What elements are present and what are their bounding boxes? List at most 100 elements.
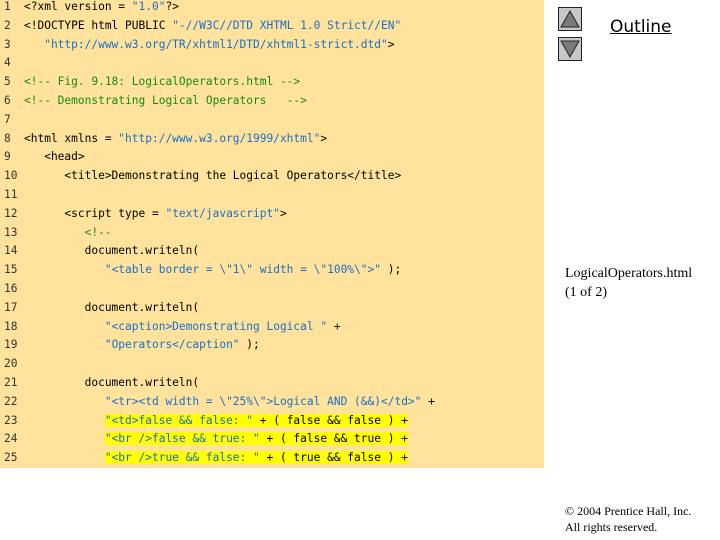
line-text: <!-- Fig. 9.18: LogicalOperators.html --… (24, 73, 300, 91)
code-token: "http://www.w3.org/1999/xhtml" (118, 131, 321, 145)
line-number: 13 (4, 225, 18, 239)
code-line: 6 <!-- Demonstrating Logical Operators --… (0, 92, 544, 110)
line-number: 15 (4, 263, 18, 277)
line-number: 21 (4, 376, 18, 389)
line-text: <!DOCTYPE html PUBLIC "-//W3C//DTD XHTML… (24, 17, 401, 35)
line-text: "<br />true && false: " + ( true && fals… (24, 449, 408, 467)
line-text: <html xmlns = "http://www.w3.org/1999/xh… (24, 130, 327, 148)
code-token: "Operators</caption" (104, 338, 240, 352)
line-number: 19 (4, 338, 18, 352)
file-caption: LogicalOperators.html (1 of 2) (565, 264, 692, 302)
rights-text: All rights reserved. (565, 520, 658, 534)
line-number: 20 (4, 357, 18, 371)
line-number: 14 (4, 244, 18, 258)
code-token: + ( true && false ) + (259, 451, 408, 465)
code-line: 14 document.writeln( (0, 242, 544, 260)
line-text: "<td>false && false: " + ( false && fals… (24, 412, 408, 430)
code-token: > (320, 131, 328, 145)
file-name: LogicalOperators.html (565, 266, 693, 281)
code-line: 15 "<table border = \"1\" width = \"100%… (0, 261, 544, 279)
code-line: 1 <?xml version = "1.0"?> (0, 0, 544, 16)
code-line: 13 <!-- (0, 224, 544, 242)
code-token: <!-- Fig. 9.18: LogicalOperators.html --… (24, 75, 301, 89)
line-text: document.writeln( (24, 374, 200, 392)
line-text: "<br />false && true: " + ( false && tru… (24, 430, 408, 448)
code-token: "<tr><td width = \"25%\">Logical AND (&&… (104, 394, 422, 408)
line-number: 3 (4, 37, 11, 51)
line-text: document.writeln( (24, 299, 200, 317)
line-text: <?xml version = "1.0"?> (24, 0, 179, 16)
triangle-up-icon (560, 9, 580, 28)
code-line: 24 "<br />false && true: " + ( false && … (0, 430, 544, 448)
line-number: 12 (4, 206, 18, 220)
code-token: "1.0" (131, 0, 166, 13)
page-indicator: (1 of 2) (565, 285, 607, 300)
line-number: 1 (4, 0, 11, 13)
code-token: + (327, 319, 341, 333)
code-line: 3 "http://www.w3.org/TR/xhtml1/DTD/xhtml… (0, 36, 544, 54)
code-token: <!-- (24, 225, 112, 239)
line-number: 24 (4, 432, 18, 446)
line-number: 17 (4, 300, 18, 314)
line-number: 23 (4, 413, 18, 427)
next-slide-button[interactable] (558, 37, 582, 61)
line-text: <title>Demonstrating the Logical Operato… (24, 167, 401, 185)
code-line: 16 (0, 280, 544, 298)
code-token: <head> (24, 150, 85, 164)
line-number: 9 (4, 150, 11, 164)
code-line: 23 "<td>false && false: " + ( false && f… (0, 412, 544, 430)
line-number: 10 (4, 169, 18, 183)
previous-slide-button[interactable] (558, 7, 582, 31)
code-line: 25 "<br />true && false: " + ( true && f… (0, 449, 544, 467)
code-line: 7 (0, 111, 544, 129)
line-text: <!-- (24, 224, 112, 242)
code-line: 4 (0, 54, 544, 72)
code-line: 21 document.writeln( (0, 374, 544, 392)
code-token: ); (239, 338, 260, 352)
code-token: "<br />false && true: " (104, 432, 260, 446)
code-token: "<caption>Demonstrating Logical " (104, 319, 328, 333)
line-number: 5 (4, 75, 11, 89)
line-text: "Operators</caption" ); (24, 336, 260, 354)
outline-link[interactable]: Outline (610, 17, 672, 37)
line-text: document.writeln( (24, 242, 200, 260)
code-token: <!-- Demonstrating Logical Operators --> (24, 94, 307, 107)
code-token: document.writeln( (24, 244, 200, 258)
code-line: 18 "<caption>Demonstrating Logical " + (0, 318, 544, 336)
code-token: + ( false && true ) + (259, 432, 408, 446)
code-token: <script type = (24, 206, 166, 220)
line-text: <head> (24, 148, 85, 166)
line-text: <script type = "text/javascript"> (24, 205, 287, 223)
code-token: "<td>false && false: " (104, 413, 254, 427)
line-number: 2 (4, 18, 11, 32)
copyright-text: © 2004 Prentice Hall, Inc. (565, 504, 692, 518)
line-number: 18 (4, 319, 18, 333)
code-token: "<table border = \"1\" width = \"100%\">… (104, 263, 381, 277)
code-token: "text/javascript" (165, 206, 280, 220)
code-line: 11 (0, 186, 544, 204)
code-token: ?> (165, 0, 179, 13)
triangle-down-icon (560, 40, 580, 59)
code-line: 5 <!-- Fig. 9.18: LogicalOperators.html -… (0, 73, 544, 91)
code-listing: 1 <?xml version = "1.0"?> 2 <!DOCTYPE html … (0, 0, 544, 468)
code-token: document.writeln( (24, 376, 200, 389)
code-token: > (279, 206, 287, 220)
code-token: > (387, 37, 395, 51)
code-token: + (421, 394, 435, 408)
line-text: "<tr><td width = \"25%\">Logical AND (&&… (24, 393, 435, 411)
line-text: "<table border = \"1\" width = \"100%\">… (24, 261, 401, 279)
code-line: 9 <head> (0, 148, 544, 166)
code-token: <?xml version = (24, 0, 132, 13)
code-line: 22 "<tr><td width = \"25%\">Logical AND … (0, 393, 544, 411)
line-text: <!-- Demonstrating Logical Operators --> (24, 92, 307, 110)
line-text: "http://www.w3.org/TR/xhtml1/DTD/xhtml1-… (24, 36, 394, 54)
copyright-notice: © 2004 Prentice Hall, Inc. All rights re… (565, 503, 691, 535)
line-text: "<caption>Demonstrating Logical " + (24, 318, 341, 336)
line-number: 6 (4, 94, 11, 107)
code-token: + ( false && false ) + (253, 413, 408, 427)
